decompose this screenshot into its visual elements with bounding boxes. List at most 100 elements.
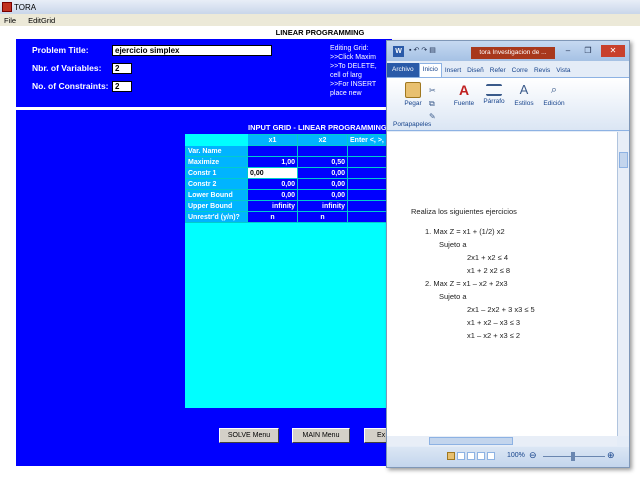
zoom-level[interactable]: 100% bbox=[507, 452, 525, 459]
col-header-x1[interactable]: x1 bbox=[247, 134, 298, 146]
grid-cell[interactable]: infinity bbox=[247, 200, 298, 212]
horizontal-scrollbar[interactable] bbox=[387, 436, 617, 446]
grid-cell[interactable]: 0,00 bbox=[297, 178, 348, 190]
print-icon[interactable]: ▤ bbox=[429, 46, 438, 54]
copy-icon[interactable]: ⧉ bbox=[429, 97, 439, 110]
grid-cell[interactable]: n bbox=[247, 211, 298, 223]
solve-menu-button[interactable]: SOLVE Menu bbox=[219, 428, 279, 443]
word-window: W ▪↶↷▤ tora Investigacion de ... – ❐ ✕ A… bbox=[386, 40, 630, 468]
vertical-scrollbar[interactable] bbox=[617, 132, 629, 436]
grid-cell[interactable]: n bbox=[297, 211, 348, 223]
grid-row: Maximize 1,00 0,50 bbox=[185, 156, 398, 168]
clipboard-group-label: Portapapeles bbox=[393, 121, 432, 128]
editing-group[interactable]: ⌕ Edición bbox=[539, 82, 569, 107]
help-line: >>To DELETE, bbox=[330, 63, 377, 70]
grid-cell[interactable]: 0,00 bbox=[297, 167, 348, 179]
col-header-x2[interactable]: x2 bbox=[297, 134, 348, 146]
doc-line: 2x1 – 2x2 + 3 x3 ≤ 5 bbox=[467, 305, 535, 314]
grid-row: Constr 1 0,00 0,00 bbox=[185, 167, 398, 179]
grid-cell-active[interactable]: 0,00 bbox=[247, 167, 298, 179]
menu-file[interactable]: File bbox=[4, 16, 16, 25]
row-label-var-name: Var. Name bbox=[185, 145, 248, 157]
problem-title-label: Problem Title: bbox=[32, 45, 89, 55]
grid-cell[interactable]: 0,00 bbox=[247, 189, 298, 201]
restore-icon[interactable]: ❐ bbox=[579, 45, 597, 57]
tab-referencias[interactable]: Refer bbox=[487, 67, 509, 74]
grid-row: Constr 2 0,00 0,00 bbox=[185, 178, 398, 190]
help-line: place new bbox=[330, 90, 362, 97]
doc-line: Sujeto a bbox=[439, 292, 467, 301]
help-line: Editing Grid: bbox=[330, 45, 369, 52]
problem-title-input[interactable]: ejercicio simplex bbox=[112, 45, 272, 56]
vertical-scroll-thumb[interactable] bbox=[619, 152, 628, 168]
styles-label: Estilos bbox=[514, 100, 534, 107]
doc-line: x1 – x2 + x3 ≤ 2 bbox=[467, 331, 521, 340]
font-color-icon: A bbox=[458, 82, 470, 98]
tab-inicio[interactable]: Inicio bbox=[418, 63, 442, 77]
undo-icon[interactable]: ↶ bbox=[413, 46, 421, 54]
draft-icon[interactable] bbox=[487, 452, 495, 460]
zoom-slider-thumb[interactable] bbox=[571, 452, 575, 461]
zoom-in-icon[interactable]: ⊕ bbox=[607, 450, 617, 461]
grid-row: Upper Bound infinity infinity bbox=[185, 200, 398, 212]
ribbon: Pegar ✂ ⧉ ✎ A Fuente Párrafo A Estilos ⌕… bbox=[387, 77, 629, 131]
grid-cell[interactable] bbox=[247, 145, 298, 157]
grid-cell[interactable]: 0,00 bbox=[247, 178, 298, 190]
grid-header-row: x1 x2 Enter <, >, o bbox=[185, 134, 398, 146]
word-doc-title: tora Investigacion de ... bbox=[471, 47, 555, 59]
font-group[interactable]: A Fuente bbox=[449, 82, 479, 107]
redo-icon[interactable]: ↷ bbox=[421, 46, 429, 54]
zoom-out-icon[interactable]: ⊖ bbox=[529, 450, 539, 461]
doc-line: x1 + x2 – x3 ≤ 3 bbox=[467, 318, 521, 327]
nbr-variables-input[interactable]: 2 bbox=[112, 63, 132, 74]
full-screen-icon[interactable] bbox=[457, 452, 465, 460]
grid-cell[interactable]: 1,00 bbox=[247, 156, 298, 168]
print-layout-icon[interactable] bbox=[447, 452, 455, 460]
grid-row: Unrestr'd (y/n)? n n bbox=[185, 211, 398, 223]
row-label-maximize[interactable]: Maximize bbox=[185, 156, 248, 168]
word-title-bar: W ▪↶↷▤ tora Investigacion de ... – ❐ ✕ bbox=[387, 41, 629, 61]
paragraph-group[interactable]: Párrafo bbox=[479, 82, 509, 105]
grid-row: Var. Name bbox=[185, 145, 398, 157]
tora-app-icon bbox=[2, 2, 12, 12]
tora-title-bar: TORA bbox=[0, 0, 640, 14]
cut-icon[interactable]: ✂ bbox=[429, 84, 439, 97]
web-layout-icon[interactable] bbox=[467, 452, 475, 460]
grid-cell[interactable]: 0,50 bbox=[297, 156, 348, 168]
grid-cell[interactable]: infinity bbox=[297, 200, 348, 212]
close-icon[interactable]: ✕ bbox=[601, 45, 625, 57]
paragraph-icon bbox=[486, 84, 502, 96]
horizontal-scroll-thumb[interactable] bbox=[429, 437, 513, 445]
row-label-constr-2: Constr 2 bbox=[185, 178, 248, 190]
document-page[interactable]: Realiza los siguientes ejercicios 1. Max… bbox=[393, 141, 615, 436]
tab-archivo[interactable]: Archivo bbox=[387, 63, 419, 77]
tab-correspondencia[interactable]: Corre bbox=[509, 67, 531, 74]
quick-access-toolbar[interactable]: ▪↶↷▤ bbox=[409, 46, 465, 57]
input-grid: x1 x2 Enter <, >, o Var. Name Maximize 1… bbox=[185, 134, 398, 223]
outline-icon[interactable] bbox=[477, 452, 485, 460]
tab-diseno[interactable]: Diseñ bbox=[464, 67, 487, 74]
tab-revisar[interactable]: Revis bbox=[531, 67, 553, 74]
grid-title: INPUT GRID - LINEAR PROGRAMMING bbox=[248, 123, 387, 132]
minimize-icon[interactable]: – bbox=[559, 45, 577, 57]
help-line: >>For INSERT bbox=[330, 81, 377, 88]
tab-insertar[interactable]: Insert bbox=[442, 67, 464, 74]
main-menu-button[interactable]: MAIN Menu bbox=[292, 428, 350, 443]
row-label-constr-1: Constr 1 bbox=[185, 167, 248, 179]
paste-button[interactable]: Pegar bbox=[401, 82, 425, 107]
row-label-lower-bound: Lower Bound bbox=[185, 189, 248, 201]
lp-heading: LINEAR PROGRAMMING bbox=[275, 28, 365, 37]
paragraph-label: Párrafo bbox=[483, 98, 505, 105]
word-app-icon: W bbox=[393, 46, 404, 57]
row-label-unrestricted: Unrestr'd (y/n)? bbox=[185, 211, 248, 223]
nbr-constraints-input[interactable]: 2 bbox=[112, 81, 132, 92]
doc-line: Sujeto a bbox=[439, 240, 467, 249]
menu-editgrid[interactable]: EditGrid bbox=[28, 16, 55, 25]
clipboard-small-tools[interactable]: ✂ ⧉ ✎ bbox=[429, 84, 439, 123]
grid-cell[interactable] bbox=[297, 145, 348, 157]
binoculars-icon: ⌕ bbox=[550, 84, 558, 96]
tab-vista[interactable]: Vista bbox=[553, 67, 573, 74]
grid-cell[interactable]: 0,00 bbox=[297, 189, 348, 201]
styles-group[interactable]: A Estilos bbox=[509, 82, 539, 107]
help-line: cell of larg bbox=[330, 72, 362, 79]
